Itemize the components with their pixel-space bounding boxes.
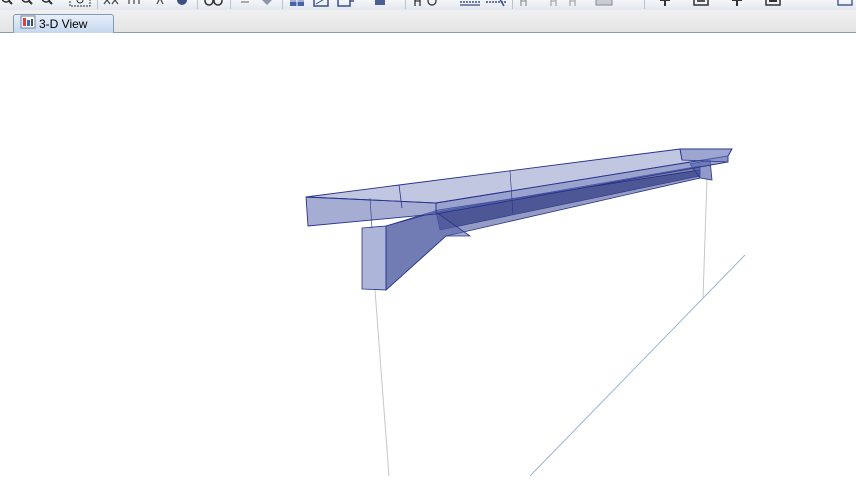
toolbar-separator bbox=[282, 0, 283, 9]
zoom-previous-icon[interactable] bbox=[40, 0, 54, 8]
toolbar-separator bbox=[97, 0, 98, 9]
3d-viewport[interactable] bbox=[0, 34, 856, 477]
column-line-left bbox=[374, 289, 390, 477]
beam-model[interactable] bbox=[305, 148, 733, 291]
pan-icon[interactable] bbox=[102, 0, 120, 8]
tab-strip: 3-D View bbox=[0, 10, 856, 33]
dimension-icon[interactable] bbox=[458, 0, 482, 8]
properties-icon[interactable] bbox=[336, 0, 356, 8]
grid-icon[interactable] bbox=[288, 0, 306, 8]
refresh-icon[interactable] bbox=[154, 0, 168, 8]
zoom-out-icon[interactable] bbox=[20, 0, 34, 8]
column-icon[interactable] bbox=[658, 0, 672, 8]
window-icon[interactable] bbox=[836, 0, 854, 8]
toolbar-separator bbox=[512, 0, 513, 9]
view-options-icon[interactable] bbox=[174, 0, 190, 8]
frame-icon[interactable] bbox=[692, 0, 710, 8]
toolbar-separator bbox=[197, 0, 198, 9]
column-line-right bbox=[702, 177, 708, 299]
toolbar bbox=[0, 0, 856, 10]
zoom-in-icon[interactable] bbox=[0, 0, 14, 8]
text-icon[interactable] bbox=[412, 0, 440, 8]
toolbar-separator bbox=[644, 0, 645, 9]
section-icon[interactable] bbox=[312, 0, 330, 8]
beam-icon[interactable] bbox=[730, 0, 744, 8]
save-icon[interactable] bbox=[764, 0, 782, 8]
flange-end-face bbox=[679, 148, 733, 163]
tab-label: 3-D View bbox=[39, 17, 88, 31]
toolbar-separator bbox=[230, 0, 231, 9]
move-up-icon[interactable] bbox=[238, 0, 252, 8]
snap-icon[interactable] bbox=[548, 0, 588, 8]
3d-view-icon bbox=[20, 15, 36, 34]
tab-3d-view[interactable]: 3-D View bbox=[13, 14, 114, 33]
rotate-icon[interactable] bbox=[126, 0, 146, 8]
toolbar-separator bbox=[405, 0, 406, 9]
move-down-icon[interactable] bbox=[260, 0, 274, 8]
beam-end-web bbox=[361, 225, 387, 291]
zoom-extents-icon[interactable] bbox=[68, 0, 92, 8]
3d-model-canvas[interactable] bbox=[0, 34, 856, 477]
select-icon[interactable] bbox=[202, 0, 226, 8]
print-icon[interactable] bbox=[372, 0, 388, 8]
grid-line bbox=[529, 254, 746, 477]
layer-icon[interactable] bbox=[594, 0, 614, 8]
draw-icon[interactable] bbox=[518, 0, 538, 8]
measure-icon[interactable] bbox=[484, 0, 508, 8]
